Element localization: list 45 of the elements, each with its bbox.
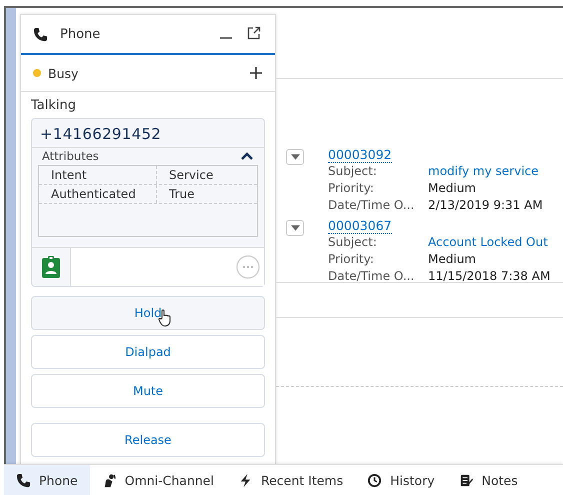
field-label: Priority:: [328, 251, 375, 268]
clock-icon: [367, 472, 382, 488]
utility-tab[interactable]: Notes: [446, 465, 530, 495]
caret-icon: [290, 225, 300, 231]
table-cell: Authenticated: [39, 185, 157, 203]
case-number-link[interactable]: 00003067: [328, 218, 392, 234]
call-action-button[interactable]: Hold: [31, 296, 265, 330]
dropdown-button[interactable]: [286, 149, 304, 165]
utility-tab[interactable]: Recent Items: [226, 465, 356, 495]
contact-badge-icon[interactable]: [42, 256, 60, 278]
phone-icon: [33, 26, 48, 42]
call-action-button[interactable]: Dialpad: [31, 335, 265, 369]
phone-icon: [16, 472, 31, 488]
field-value: Medium: [428, 251, 476, 268]
field-label: Date/Time O...: [328, 197, 416, 214]
field-label: Subject:: [328, 234, 378, 251]
status-label[interactable]: Busy: [48, 66, 242, 80]
field-label: Date/Time O...: [328, 268, 416, 285]
field-value: Medium: [428, 180, 476, 197]
call-action-button[interactable]: Mute: [31, 374, 265, 408]
utility-tab[interactable]: Omni-Channel: [90, 465, 226, 495]
add-icon[interactable]: [249, 66, 263, 80]
subject-link[interactable]: modify my service: [428, 163, 539, 180]
attributes-label: Attributes: [42, 149, 99, 163]
caller-number: +14166291452: [39, 125, 162, 145]
pop-out-icon[interactable]: [247, 26, 261, 40]
field-value: 2/13/2019 9:31 AM: [428, 197, 543, 214]
case-number-link[interactable]: 00003092: [328, 147, 392, 163]
field-label: Priority:: [328, 180, 375, 197]
field-label: Subject:: [328, 163, 378, 180]
dropdown-button[interactable]: [286, 220, 304, 236]
field-value: 11/15/2018 7:38 AM: [428, 268, 550, 285]
subject-link[interactable]: Account Locked Out: [428, 234, 548, 251]
notes-field[interactable]: [70, 248, 264, 286]
call-state: Talking: [31, 98, 77, 113]
notes-icon: [458, 472, 474, 488]
utility-tab[interactable]: Phone: [4, 465, 90, 495]
chevron-icon[interactable]: [240, 151, 254, 161]
table-cell-text: Service: [168, 167, 214, 184]
table-cell: Intent: [39, 166, 157, 184]
panel-title: Phone: [60, 26, 102, 42]
table-cell-text: True: [168, 186, 196, 203]
caret-icon: [290, 154, 300, 160]
utility-tab[interactable]: History: [355, 465, 447, 495]
release-button[interactable]: Release: [31, 423, 265, 457]
